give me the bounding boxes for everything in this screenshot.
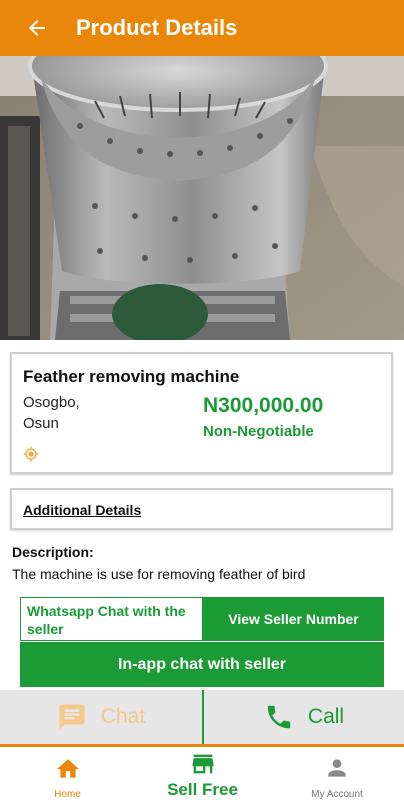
call-button[interactable]: Call: [204, 690, 404, 744]
call-label: Call: [307, 705, 345, 728]
description-text: The machine is use for removing feather …: [12, 566, 306, 582]
chat-label: Chat: [100, 705, 146, 728]
nav-sell-free-label: Sell Free: [167, 780, 238, 799]
additional-details-button[interactable]: Additional Details: [10, 488, 393, 530]
phone-icon: [267, 705, 291, 729]
home-icon: [56, 759, 79, 778]
product-name: Feather removing machine: [23, 367, 240, 386]
top-app-bar: Product Details: [0, 0, 404, 56]
product-info-card: Feather removing machine Osogbo, Osun N3…: [10, 352, 393, 474]
contact-action-bar: Chat Call: [0, 690, 404, 744]
store-icon: [192, 754, 213, 774]
nav-home-label: Home: [54, 789, 81, 800]
product-image[interactable]: [0, 56, 404, 340]
nav-my-account[interactable]: My Account: [270, 747, 404, 800]
product-location: Osogbo, Osun: [23, 392, 80, 434]
person-icon: [328, 759, 346, 777]
nav-my-account-label: My Account: [311, 789, 363, 800]
page-title: Product Details: [76, 15, 238, 40]
chat-bubble-icon: [59, 704, 85, 730]
location-state: Osun: [23, 415, 59, 432]
location-target-icon[interactable]: [23, 446, 39, 462]
chat-button[interactable]: Chat: [0, 690, 202, 744]
nav-home[interactable]: Home: [0, 747, 135, 800]
description-heading: Description:: [12, 544, 94, 560]
bottom-navigation: Home Sell Free My Account: [0, 747, 404, 800]
product-price: N300,000.00: [203, 394, 324, 417]
nav-sell-free[interactable]: Sell Free: [135, 747, 270, 800]
app-root: Product Details Feather removing machine…: [0, 0, 404, 800]
view-seller-number-button[interactable]: View Seller Number: [203, 597, 384, 641]
product-photo-illustration: [0, 56, 404, 340]
arrow-back-icon: [29, 20, 45, 36]
in-app-chat-button[interactable]: In-app chat with seller: [20, 642, 384, 687]
back-button[interactable]: [0, 0, 76, 56]
negotiable-status: Non-Negotiable: [203, 423, 314, 440]
whatsapp-chat-button[interactable]: Whatsapp Chat with the seller: [20, 597, 203, 641]
location-city: Osogbo,: [23, 394, 80, 411]
additional-details-label: Additional Details: [23, 502, 142, 518]
